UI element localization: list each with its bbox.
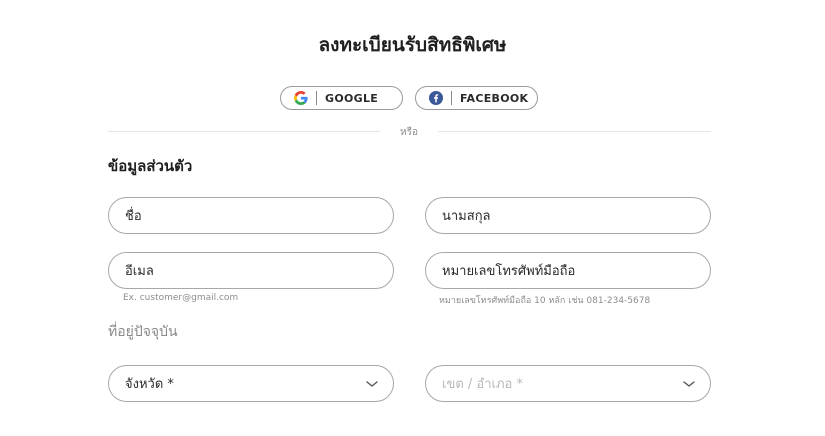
divider-right: [438, 131, 711, 132]
facebook-icon: [429, 91, 443, 105]
facebook-signin-button[interactable]: FACEBOOK: [415, 86, 538, 110]
first-name-field[interactable]: ชื่อ: [108, 197, 394, 234]
first-name-placeholder: ชื่อ: [125, 209, 142, 224]
button-separator: [316, 91, 317, 105]
google-button-label: GOOGLE: [325, 91, 379, 105]
chevron-down-icon: [683, 381, 695, 387]
email-hint: Ex. customer@gmail.com: [123, 293, 239, 303]
or-divider-text: หรือ: [400, 127, 418, 138]
personal-info-heading: ข้อมูลส่วนตัว: [108, 157, 193, 175]
divider-left: [108, 131, 380, 132]
phone-field[interactable]: หมายเลขโทรศัพท์มือถือ: [425, 252, 711, 289]
google-icon: [294, 91, 308, 105]
button-separator: [451, 91, 452, 105]
chevron-down-icon: [366, 381, 378, 387]
phone-hint: หมายเลขโทรศัพท์มือถือ 10 หลัก เช่น 081-2…: [439, 296, 651, 306]
facebook-button-label: FACEBOOK: [460, 91, 529, 105]
google-signin-button[interactable]: GOOGLE: [280, 86, 403, 110]
last-name-placeholder: นามสกุล: [442, 209, 491, 224]
province-value: จังหวัด *: [125, 377, 174, 392]
address-heading: ที่อยู่ปัจจุบัน: [108, 324, 178, 340]
last-name-field[interactable]: นามสกุล: [425, 197, 711, 234]
district-placeholder: เขต / อำเภอ *: [442, 377, 523, 392]
email-placeholder: อีเมล: [125, 264, 154, 279]
page-title: ลงทะเบียนรับสิทธิพิเศษ: [318, 34, 507, 56]
district-select[interactable]: เขต / อำเภอ *: [425, 365, 711, 402]
phone-placeholder: หมายเลขโทรศัพท์มือถือ: [442, 264, 576, 279]
province-select[interactable]: จังหวัด *: [108, 365, 394, 402]
email-field[interactable]: อีเมล: [108, 252, 394, 289]
